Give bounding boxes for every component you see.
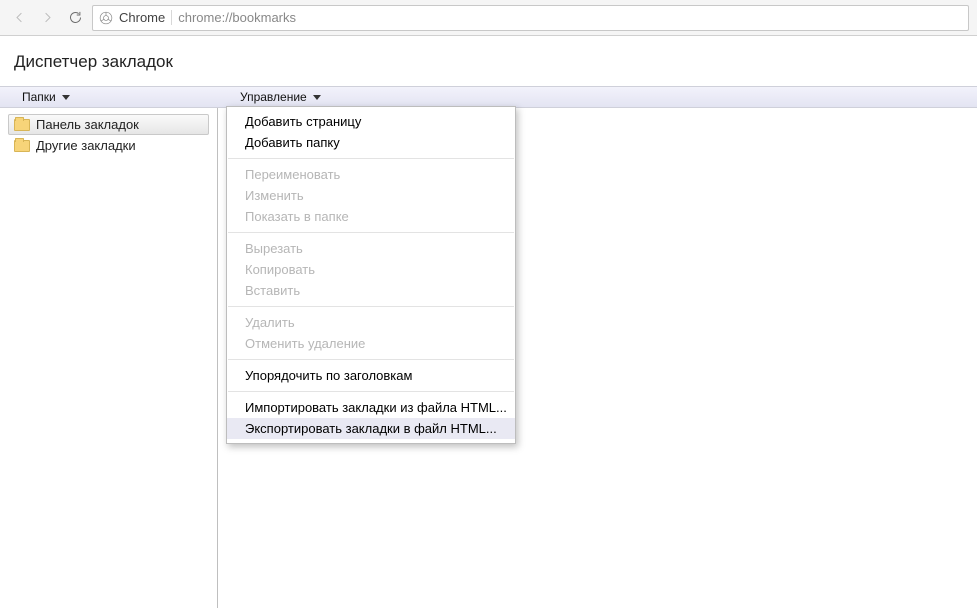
menu-separator [228,391,514,392]
manage-header-label: Управление [240,90,307,104]
menu-rename: Переименовать [227,164,515,185]
menu-separator [228,158,514,159]
menu-separator [228,306,514,307]
menu-edit: Изменить [227,185,515,206]
chevron-down-icon [313,95,321,100]
sidebar-item-label: Панель закладок [36,117,139,132]
menu-cut: Вырезать [227,238,515,259]
omnibox-url: chrome://bookmarks [178,10,296,25]
browser-toolbar: Chrome chrome://bookmarks [0,0,977,36]
folders-header[interactable]: Папки [0,90,218,104]
chevron-down-icon [62,95,70,100]
page-title: Диспетчер закладок [0,36,977,86]
omnibox-brand: Chrome [119,10,172,25]
sidebar-item-label: Другие закладки [36,138,136,153]
menu-copy: Копировать [227,259,515,280]
chrome-icon [99,11,113,25]
column-headers: Папки Управление [0,86,977,108]
content-area: Панель закладок Другие закладки Добавить… [0,108,977,608]
manage-menu: Добавить страницу Добавить папку Переиме… [226,106,516,444]
forward-button[interactable] [36,7,58,29]
sidebar: Панель закладок Другие закладки [0,108,218,608]
menu-sort-by-title[interactable]: Упорядочить по заголовкам [227,365,515,386]
manage-header[interactable]: Управление [218,90,335,104]
back-button[interactable] [8,7,30,29]
sidebar-item-other-bookmarks[interactable]: Другие закладки [8,135,209,156]
menu-export-html[interactable]: Экспортировать закладки в файл HTML... [227,418,515,439]
menu-separator [228,359,514,360]
menu-add-page[interactable]: Добавить страницу [227,111,515,132]
menu-show-in-folder: Показать в папке [227,206,515,227]
address-bar[interactable]: Chrome chrome://bookmarks [92,5,969,31]
menu-paste: Вставить [227,280,515,301]
folders-header-label: Папки [22,90,56,104]
menu-import-html[interactable]: Импортировать закладки из файла HTML... [227,397,515,418]
menu-delete: Удалить [227,312,515,333]
menu-undo-delete: Отменить удаление [227,333,515,354]
menu-separator [228,232,514,233]
menu-add-folder[interactable]: Добавить папку [227,132,515,153]
folder-icon [14,140,30,152]
folder-icon [14,119,30,131]
main-pane: Добавить страницу Добавить папку Переиме… [218,108,977,608]
reload-button[interactable] [64,7,86,29]
sidebar-item-bookmarks-bar[interactable]: Панель закладок [8,114,209,135]
